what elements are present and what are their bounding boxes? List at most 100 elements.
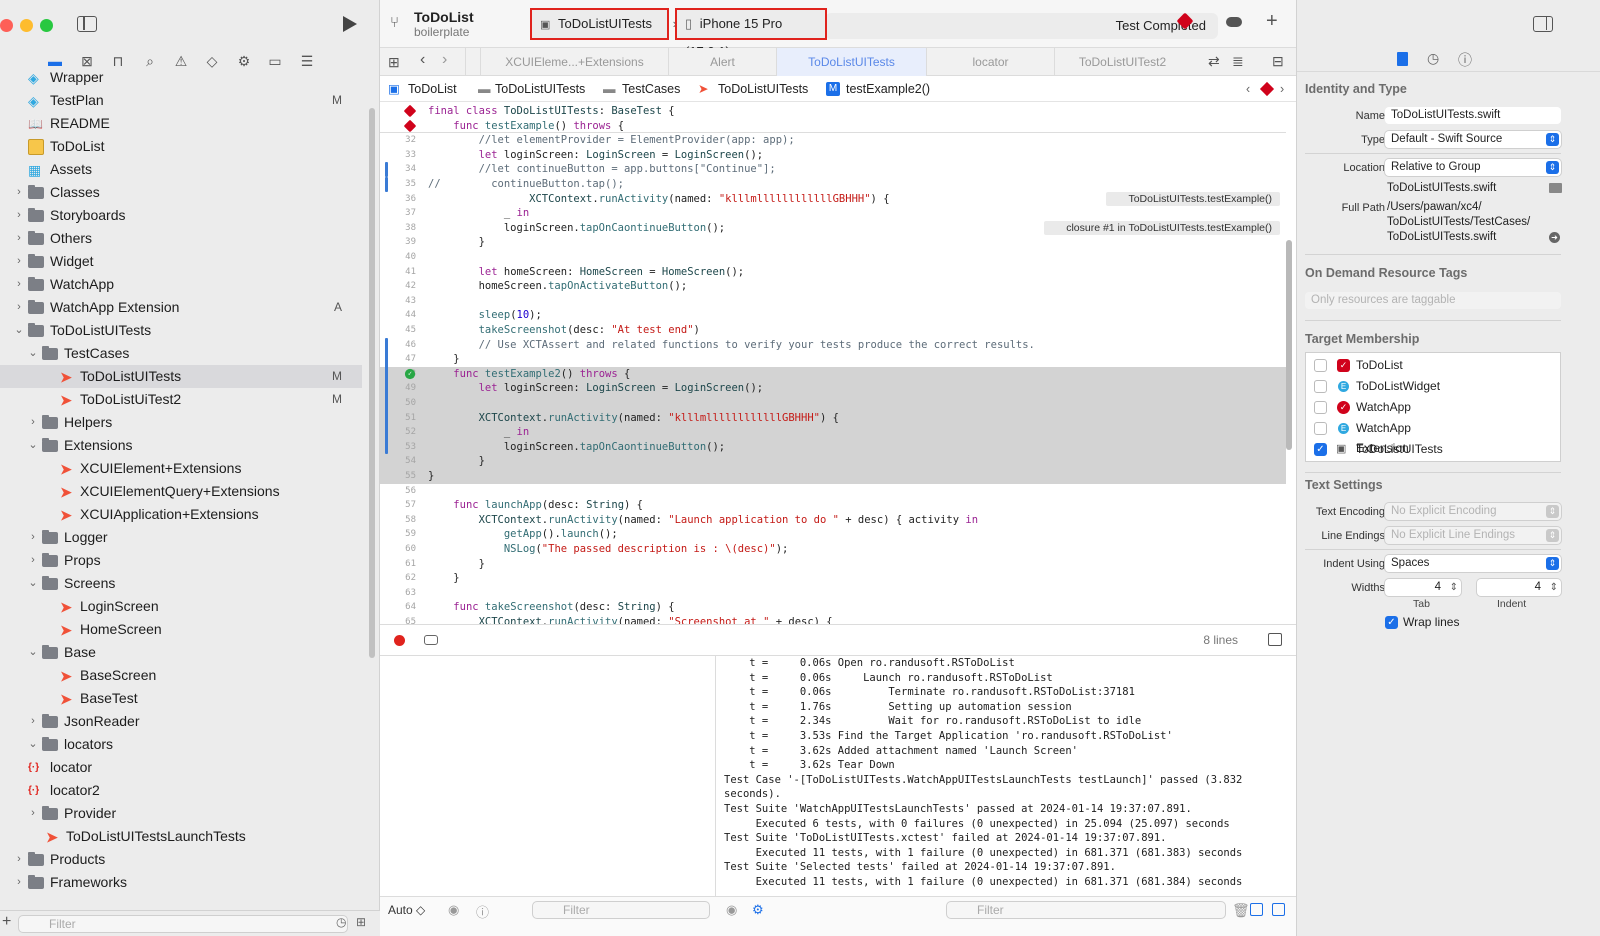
back-icon[interactable]: ‹ — [420, 51, 425, 69]
output-toggle-icon[interactable] — [424, 635, 438, 645]
code-line[interactable]: 37 _ in — [380, 206, 1286, 221]
navigator-item[interactable]: ➤ ToDoListUiTest2 M — [0, 388, 362, 411]
code-line[interactable]: 39 } — [380, 235, 1286, 250]
wrap-lines-checkbox[interactable]: ✓ — [1385, 616, 1398, 629]
line-number[interactable]: 58 — [380, 513, 416, 528]
code-line[interactable]: 58 XCTContext.runActivity(named: "Launch… — [380, 513, 1286, 528]
report-icon[interactable]: ☰ — [298, 53, 316, 70]
stop-icon[interactable] — [394, 635, 405, 646]
code-line[interactable]: final class ToDoListUITests: BaseTest { — [380, 104, 1286, 119]
info-icon[interactable]: ⓘ — [476, 902, 489, 921]
breadcrumb-file[interactable]: ToDoListUITests — [718, 76, 808, 102]
navigator-item[interactable]: ◈ Wrapper — [0, 70, 362, 89]
line-number[interactable]: 55 — [380, 469, 416, 484]
target-checkbox[interactable] — [1314, 380, 1327, 393]
code-line[interactable]: 43 — [380, 294, 1286, 309]
line-number[interactable]: 33 — [380, 148, 416, 163]
code-line[interactable]: 57 func launchApp(desc: String) { — [380, 498, 1286, 513]
line-number[interactable]: 62 — [380, 571, 416, 586]
prev-issue-icon[interactable]: ‹ — [1246, 76, 1250, 102]
console-pane-icon[interactable] — [1272, 903, 1285, 916]
encoding-select[interactable]: No Explicit Encoding ⇕ — [1385, 503, 1561, 520]
navigator-item[interactable]: › Helpers — [0, 411, 362, 434]
indent-using-select[interactable]: Spaces ⇕ — [1385, 555, 1561, 572]
warning-icon[interactable]: ⚠ — [172, 53, 190, 70]
test-failed-icon[interactable] — [403, 119, 417, 132]
navigator-item[interactable]: ➤ XCUIElement+Extensions — [0, 457, 362, 480]
grid-icon[interactable]: ⊞ — [388, 54, 400, 71]
line-number[interactable]: 63 — [380, 586, 416, 601]
tab-todolistuitest2[interactable]: ToDoListUITest2 — [1054, 48, 1190, 76]
code-line[interactable]: 35// continueButton.tap(); — [380, 177, 1286, 192]
navigator-item[interactable]: ➤ BaseScreen — [0, 664, 362, 687]
sidebar-toggle-icon[interactable] — [77, 16, 97, 32]
code-line[interactable]: 44 sleep(10); — [380, 308, 1286, 323]
chevron-down-icon[interactable]: ⌄ — [28, 572, 38, 595]
navigator-item[interactable]: › Frameworks — [0, 871, 362, 894]
breadcrumb-subgroup[interactable]: TestCases — [622, 76, 680, 102]
line-number[interactable]: 36 — [380, 192, 416, 207]
code-line[interactable]: 34 //let continueButton = app.buttons["C… — [380, 162, 1286, 177]
line-number[interactable]: 59 — [380, 527, 416, 542]
chevron-right-icon[interactable]: › — [28, 710, 38, 733]
source-editor[interactable]: final class ToDoListUITests: BaseTest { … — [380, 102, 1286, 624]
code-line[interactable]: 49 let loginScreen: LoginScreen = LoginS… — [380, 381, 1286, 396]
test-passed-icon[interactable]: ✓ — [404, 368, 416, 379]
split-editor-icon[interactable]: ⊟ — [1272, 53, 1284, 70]
navigator-scrollbar[interactable] — [369, 108, 375, 658]
code-line[interactable]: 53 loginScreen.tapOnCaontinueButton(); — [380, 439, 1286, 455]
navigator-item[interactable]: ⌄ TestCases — [0, 342, 362, 365]
folder-icon[interactable] — [1549, 183, 1562, 193]
code-line[interactable]: 38 loginScreen.tapOnCaontinueButton(); cl… — [380, 220, 1286, 236]
line-number[interactable]: 60 — [380, 542, 416, 557]
chevron-right-icon[interactable]: › — [14, 227, 24, 250]
bookmark-icon[interactable]: ⊓ — [109, 53, 127, 70]
navigator-item[interactable]: ➤ ToDoListUITestsLaunchTests — [0, 825, 362, 848]
chevron-right-icon[interactable]: › — [28, 526, 38, 549]
target-checkbox[interactable] — [1314, 401, 1327, 414]
navigator-item[interactable]: {·} locator — [0, 756, 362, 779]
code-line[interactable]: 51 XCTContext.runActivity(named: "klllml… — [380, 410, 1286, 426]
navigator-item[interactable]: ⌄ locators — [0, 733, 362, 756]
name-field[interactable]: ToDoListUITests.swift — [1385, 107, 1561, 124]
cloud-toggle-icon[interactable] — [1226, 17, 1242, 27]
tab-todolistuitests[interactable]: ToDoListUITests — [776, 48, 926, 76]
eye-icon[interactable]: ◉ — [448, 902, 459, 918]
chevron-down-icon[interactable]: ⌄ — [28, 641, 38, 664]
scm-filter-icon[interactable]: ⊞ — [356, 915, 366, 929]
reveal-arrow-icon[interactable]: ➜ — [1549, 232, 1560, 243]
line-number[interactable]: 43 — [380, 294, 416, 309]
console-filter-input[interactable]: Filter — [946, 901, 1226, 919]
code-line[interactable]: 52 _ in — [380, 425, 1286, 440]
line-number[interactable]: 57 — [380, 498, 416, 513]
navigator-item[interactable]: › Classes — [0, 181, 362, 204]
line-number[interactable]: 38 — [380, 221, 416, 236]
breadcrumb-method[interactable]: testExample2() — [846, 76, 930, 102]
chevron-down-icon[interactable]: ⌄ — [28, 342, 38, 365]
tab-xcuielement-extensions[interactable]: XCUIEleme...+Extensions — [480, 48, 668, 76]
zoom-window-button[interactable] — [40, 19, 53, 32]
swap-icon[interactable]: ⇄ — [1208, 53, 1220, 70]
line-number[interactable]: 42 — [380, 279, 416, 294]
code-line[interactable]: 42 homeScreen.tapOnActivateButton(); — [380, 279, 1286, 294]
code-line[interactable]: 62 } — [380, 571, 1286, 586]
code-line[interactable]: 36 XCTContext.runActivity(named: "klllml… — [380, 191, 1286, 207]
line-number[interactable]: 61 — [380, 557, 416, 572]
navigator-item[interactable]: › Storyboards — [0, 204, 362, 227]
navigator-filter-input[interactable]: Filter — [18, 915, 348, 933]
add-icon[interactable]: + — [2, 913, 11, 931]
type-select[interactable]: Default - Swift Source ⇕ — [1385, 131, 1561, 148]
code-line[interactable]: 46 // Use XCTAssert and related function… — [380, 338, 1286, 353]
line-endings-select[interactable]: No Explicit Line Endings ⇕ — [1385, 527, 1561, 544]
code-line[interactable]: 59 getApp().launch(); — [380, 527, 1286, 542]
scheme-selector[interactable]: ▣ ToDoListUITests › — [530, 8, 677, 40]
code-line[interactable]: func testExample() throws { — [380, 119, 1286, 134]
navigator-item[interactable]: ➤ HomeScreen — [0, 618, 362, 641]
line-number[interactable]: 41 — [380, 265, 416, 280]
navigator-item[interactable]: ⌄ ToDoListUITests — [0, 319, 362, 342]
navigator-item[interactable]: ➤ XCUIApplication+Extensions — [0, 503, 362, 526]
navigator-item[interactable]: 📖 README — [0, 112, 362, 135]
code-line[interactable]: 47 } — [380, 352, 1286, 367]
navigator-item[interactable]: ⌄ Screens — [0, 572, 362, 595]
breadcrumb-group[interactable]: ToDoListUITests — [495, 76, 585, 102]
